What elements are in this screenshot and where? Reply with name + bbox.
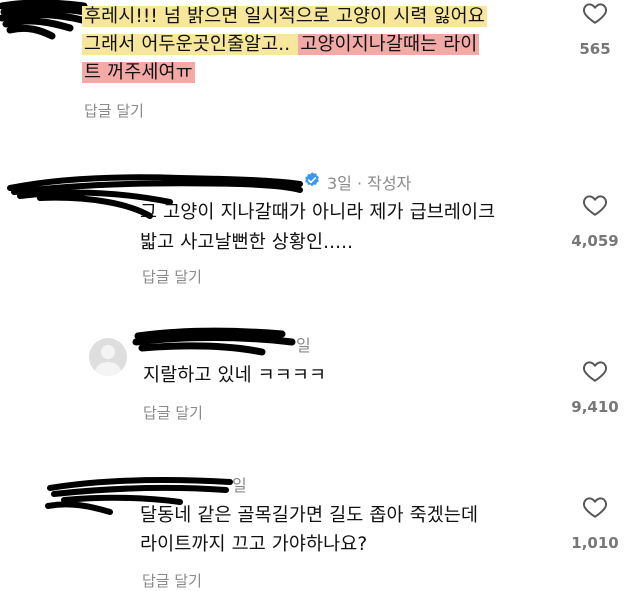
comment-1-line-1: 후레시!!! 넘 밝으면 일시적으로 고양이 시력 잃어요 [82, 6, 487, 28]
reply-button[interactable]: 답글 달기 [142, 570, 202, 591]
comment-meta: 3일 · 작성자 [327, 174, 412, 193]
comment-1-line-2-part-1: 그래서 어두운곳인줄알고.. [82, 34, 299, 55]
heart-outline-icon[interactable] [581, 358, 609, 384]
comment-3-line-1: 지랄하고 있네 ㅋㅋㅋㅋ [143, 365, 327, 386]
comment-1-line-2-part-2: 고양이지나갈때는 라이 [298, 34, 480, 55]
like-count: 1,010 [571, 534, 619, 552]
like-column: 9,410 [565, 358, 625, 416]
reply-button[interactable]: 답글 달기 [143, 402, 203, 423]
reply-button[interactable]: 답글 달기 [84, 100, 144, 121]
comment-4-line-1: 달동네 같은 골목길가면 길도 좁아 죽겠는데 [140, 505, 479, 526]
comment-1-line-3: 트 꺼주세여ㅠ [82, 62, 195, 84]
like-column: 4,059 [565, 192, 625, 250]
comment-1-line-1-text: 후레시!!! 넘 밝으면 일시적으로 고양이 시력 잃어요 [82, 6, 487, 27]
heart-outline-icon[interactable] [581, 0, 609, 26]
default-avatar-icon[interactable] [89, 338, 127, 376]
comment-meta: 일 [232, 476, 247, 495]
comment-4-line-2: 라이트까지 끄고 가야하나요? [140, 534, 368, 555]
comment-4: 일 달동네 같은 골목길가면 길도 좁아 죽겠는데 라이트까지 끄고 가야하나요… [0, 460, 640, 591]
comment-2-line-1: 그 고양이 지나갈때가 아니라 제가 급브레이크 [140, 202, 496, 223]
heart-outline-icon[interactable] [581, 192, 609, 218]
like-column: 565 [565, 0, 625, 58]
reply-button[interactable]: 답글 달기 [142, 266, 202, 287]
comment-1-line-2: 그래서 어두운곳인줄알고.. 고양이지나갈때는 라이 [82, 34, 480, 56]
comment-1: 후레시!!! 넘 밝으면 일시적으로 고양이 시력 잃어요 그래서 어두운곳인줄… [0, 0, 640, 130]
comment-3: 일 지랄하고 있네 ㅋㅋㅋㅋ 답글 달기 9,410 [0, 320, 640, 440]
comment-2: 3일 · 작성자 그 고양이 지나갈때가 아니라 제가 급브레이크 밟고 사고날… [0, 150, 640, 300]
comment-meta: 일 [296, 336, 311, 355]
comment-1-line-3-text: 트 꺼주세여ㅠ [82, 62, 195, 83]
like-count: 9,410 [571, 398, 619, 416]
verified-badge-icon [305, 172, 319, 187]
redacted-username-scribble [132, 327, 296, 356]
comments-screen: 후레시!!! 넘 밝으면 일시적으로 고양이 시력 잃어요 그래서 어두운곳인줄… [0, 0, 640, 591]
like-count: 4,059 [571, 232, 619, 250]
like-column: 1,010 [565, 494, 625, 552]
heart-outline-icon[interactable] [581, 494, 609, 520]
comment-2-line-2: 밟고 사고날뻔한 상황인..... [140, 232, 354, 253]
like-count: 565 [579, 40, 611, 58]
